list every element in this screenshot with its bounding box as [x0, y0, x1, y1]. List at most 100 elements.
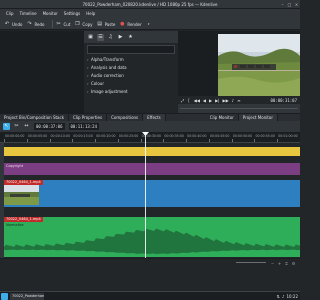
playhead[interactable]: [145, 132, 146, 258]
ruler-tick-label: 00:00:10:00: [50, 134, 70, 138]
timeline-duration: 00:11:13:24: [68, 123, 99, 130]
undo-button[interactable]: Undo: [12, 22, 22, 27]
video-frame-image: [218, 34, 300, 96]
timeline-zoom-slider[interactable]: [236, 262, 266, 263]
spacer-tool-icon[interactable]: ↔: [23, 123, 30, 130]
taskbar-kdenlive-item[interactable]: 70022_Powderham_020820.kdenlive: [10, 293, 44, 300]
ruler-tick-label: 00:01:00:00: [278, 134, 298, 138]
timeline-position[interactable]: 00:00:37:06: [34, 123, 65, 130]
in-point-icon[interactable]: [: [188, 98, 190, 103]
zoom-out-icon[interactable]: −: [270, 261, 275, 266]
project-bin-panel: [0, 31, 83, 113]
network-icon[interactable]: ⇅: [277, 293, 280, 300]
effects-category-label: Analysis and data: [91, 65, 127, 70]
monitor-video-frame: [218, 34, 300, 96]
ruler-tick-label: 00:00:40:00: [187, 134, 207, 138]
cut-button[interactable]: Cut: [64, 22, 71, 27]
video-effects-icon[interactable]: ▣: [87, 34, 94, 41]
copyright-clip[interactable]: Copyright: [4, 163, 300, 175]
speaker-icon[interactable]: ♪: [232, 98, 235, 103]
video-clip[interactable]: 70022_0464_1.mp4: [4, 180, 300, 207]
zoom-icon[interactable]: ⤢: [181, 98, 184, 103]
rewind-icon[interactable]: ◀◀: [194, 98, 200, 103]
menu-clip[interactable]: Clip: [6, 11, 14, 16]
ruler-tick-label: 00:00:50:00: [232, 134, 253, 138]
menu-settings[interactable]: Settings: [64, 11, 80, 16]
undo-icon[interactable]: ↶: [4, 21, 10, 27]
audio-clip[interactable]: 70022_0464_1.mp4 Normalise: [4, 217, 300, 257]
volume-icon[interactable]: ♪: [282, 293, 285, 300]
step-forward-icon[interactable]: ▶|: [215, 98, 219, 103]
effects-category[interactable]: › Analysis and data: [87, 64, 178, 72]
clock[interactable]: 10:22: [286, 293, 298, 300]
menu-monitor[interactable]: Monitor: [43, 11, 58, 16]
maximize-icon[interactable]: □: [287, 2, 292, 7]
effects-category-label: Colour: [91, 81, 104, 86]
effects-tree: › Alpha/Transform › Analysis and data › Aud…: [87, 56, 178, 96]
ruler-tick: [72, 139, 74, 142]
effects-category[interactable]: › Audio correction: [87, 72, 178, 80]
settings-icon[interactable]: ⚙: [291, 261, 296, 266]
timeline-ruler[interactable]: 00:00:00:00 00:00:05:00 00:00:10:00 00:00:1…: [0, 132, 300, 143]
cut-icon[interactable]: ✂: [56, 21, 62, 27]
step-back-icon[interactable]: ◀: [203, 98, 206, 103]
effects-category[interactable]: › Colour: [87, 80, 178, 88]
monitor-menu-icon[interactable]: ≡: [237, 98, 240, 103]
menu-timeline[interactable]: Timeline: [20, 11, 37, 16]
monitor-controls: ⤢ [ ◀◀ ◀ ▶ ▶| ▶▶ ♪ ≡ 00:00:31:07: [178, 96, 300, 104]
ruler-tick: [26, 139, 28, 142]
ruler-tick-label: 00:00:55:00: [255, 134, 275, 138]
ruler-tick: [208, 139, 210, 142]
redo-button[interactable]: Redo: [34, 22, 44, 27]
panel-tabs: Project Bin/Composition Stack Clip Prope…: [0, 113, 300, 122]
ruler-tick: [277, 139, 279, 142]
ruler-tick-label: 00:00:35:00: [164, 134, 184, 138]
timeline-toolbar: ↖ ✂ ↔ 00:00:37:06 00:11:13:24: [0, 121, 300, 132]
audio-effects-icon[interactable]: ♫: [107, 34, 114, 41]
custom-effects-icon[interactable]: ▶: [117, 34, 124, 41]
app-launcher-icon[interactable]: [1, 293, 8, 300]
dropdown-icon[interactable]: ▾: [146, 21, 152, 27]
paste-button[interactable]: Paste: [105, 22, 116, 27]
effects-header: ▣ ☰ ♫ ▶ ★: [84, 31, 178, 43]
list-view-icon[interactable]: ☰: [97, 33, 104, 41]
ruler-tick: [231, 139, 233, 142]
effects-category[interactable]: › Image adjustment: [87, 88, 178, 96]
system-tray: ⇅ ♪ 10:22: [275, 293, 298, 300]
favorites-icon[interactable]: ★: [127, 34, 134, 41]
zoom-in-icon[interactable]: +: [277, 261, 282, 266]
effects-category-label: Image adjustment: [91, 89, 128, 94]
paste-icon[interactable]: ▤: [97, 21, 103, 27]
effects-search-input[interactable]: [87, 45, 175, 54]
window-title: 70022_Powderham_020820.kdenlive / HD 108…: [82, 2, 218, 7]
audio-waveform: [4, 228, 300, 255]
close-icon[interactable]: ×: [294, 2, 299, 7]
main-toolbar: ↶ Undo ↷ Redo ✂ Cut ❐ Copy ▤ Paste ● Ren…: [0, 18, 300, 30]
ruler-tick-label: 00:00:00:00: [5, 134, 25, 138]
ruler-tick: [4, 139, 5, 142]
render-button[interactable]: Render: [127, 22, 141, 27]
razor-tool-icon[interactable]: ✂: [13, 123, 20, 130]
play-icon[interactable]: ▶: [209, 98, 212, 103]
effects-category[interactable]: › Alpha/Transform: [87, 56, 178, 64]
monitor-scrub-bar[interactable]: [178, 104, 300, 113]
copy-button[interactable]: Copy: [82, 22, 92, 27]
video-clip-thumbnail: [4, 185, 39, 205]
render-icon[interactable]: ●: [119, 21, 125, 27]
forward-icon[interactable]: ▶▶: [223, 98, 229, 103]
monitor-timecode[interactable]: 00:00:31:07: [271, 98, 298, 103]
copy-icon[interactable]: ❐: [74, 21, 80, 27]
menu-help[interactable]: Help: [86, 11, 95, 16]
title-clip[interactable]: [4, 147, 300, 156]
ruler-tick-label: 00:00:25:00: [118, 134, 139, 138]
select-tool-icon[interactable]: ↖: [3, 123, 10, 130]
ruler-tick-label: 00:00:05:00: [27, 134, 48, 138]
redo-icon[interactable]: ↷: [26, 21, 32, 27]
taskbar: 70022_Powderham_020820.kdenlive ⇅ ♪ 10:2…: [0, 291, 300, 300]
ruler-tick: [254, 139, 256, 142]
ruler-tick: [95, 139, 97, 142]
minimize-icon[interactable]: –: [280, 2, 285, 7]
status-bar: − + ⌗ ⚙: [0, 258, 300, 291]
snap-icon[interactable]: ⌗: [284, 261, 289, 266]
scrub-track: [180, 108, 298, 109]
